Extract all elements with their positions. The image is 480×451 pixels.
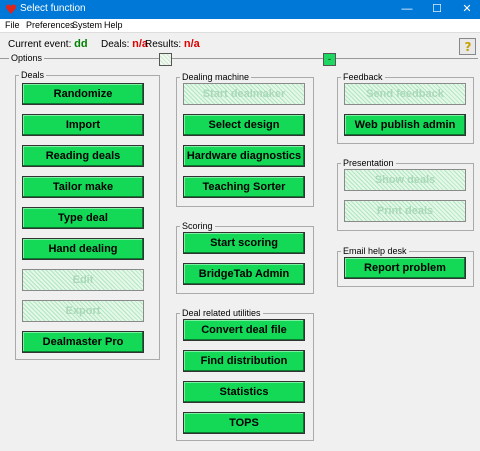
send-feedback-button[interactable]: Send feedback [344, 83, 466, 105]
deals-group-label: Deals [19, 70, 47, 80]
select-design-button[interactable]: Select design [183, 114, 305, 136]
results-status: Results: n/a [145, 38, 200, 50]
deals-status: Deals: n/a [101, 38, 148, 50]
close-icon[interactable]: ✕ [452, 0, 480, 19]
app-icon [6, 4, 16, 14]
deals-label: Deals: [101, 39, 130, 50]
question-icon: ? [464, 40, 471, 54]
web-publish-admin-button[interactable]: Web publish admin [344, 114, 466, 136]
current-event-status: Current event: dd [8, 38, 88, 50]
report-problem-button[interactable]: Report problem [344, 257, 466, 279]
dealmaster-pro-button[interactable]: Dealmaster Pro [22, 331, 144, 353]
dealing-machine-label: Dealing machine [180, 72, 252, 82]
email-help-desk-label: Email help desk [341, 246, 409, 256]
svg-text:?: ? [464, 40, 471, 53]
statistics-button[interactable]: Statistics [183, 381, 305, 403]
tailor-make-button[interactable]: Tailor make [22, 176, 144, 198]
current-event-value: dd [74, 38, 88, 50]
options-label: Options [9, 53, 45, 63]
collapse-left-button[interactable] [159, 53, 172, 66]
help-button[interactable]: ? [459, 38, 476, 55]
title-bar: Select function — ☐ ✕ [0, 0, 480, 19]
hardware-diagnostics-button[interactable]: Hardware diagnostics [183, 145, 305, 167]
start-scoring-button[interactable]: Start scoring [183, 232, 305, 254]
show-deals-button[interactable]: Show deals [344, 169, 466, 191]
results-label: Results: [145, 39, 182, 50]
export-button[interactable]: Export [22, 300, 144, 322]
menu-file[interactable]: File [5, 19, 20, 32]
menu-system[interactable]: System [72, 19, 102, 32]
window-title: Select function [20, 3, 86, 14]
edit-button[interactable]: Edit [22, 269, 144, 291]
menu-bar: File Preferences System Help [0, 19, 480, 33]
find-distribution-button[interactable]: Find distribution [183, 350, 305, 372]
results-value: n/a [183, 38, 200, 50]
collapse-options-button[interactable]: - [323, 53, 336, 66]
reading-deals-button[interactable]: Reading deals [22, 145, 144, 167]
hand-dealing-button[interactable]: Hand dealing [22, 238, 144, 260]
menu-help[interactable]: Help [104, 19, 123, 32]
type-deal-button[interactable]: Type deal [22, 207, 144, 229]
import-button[interactable]: Import [22, 114, 144, 136]
feedback-label: Feedback [341, 72, 385, 82]
presentation-label: Presentation [341, 158, 396, 168]
bridgetab-admin-button[interactable]: BridgeTab Admin [183, 263, 305, 285]
minimize-icon[interactable]: — [392, 0, 422, 19]
start-dealmaker-button[interactable]: Start dealmaker [183, 83, 305, 105]
tops-button[interactable]: TOPS [183, 412, 305, 434]
maximize-icon[interactable]: ☐ [422, 0, 452, 19]
print-deals-button[interactable]: Print deals [344, 200, 466, 222]
convert-deal-file-button[interactable]: Convert deal file [183, 319, 305, 341]
utilities-label: Deal related utilities [180, 308, 263, 318]
current-event-label: Current event: [8, 39, 72, 50]
teaching-sorter-button[interactable]: Teaching Sorter [183, 176, 305, 198]
menu-preferences[interactable]: Preferences [26, 19, 75, 32]
scoring-label: Scoring [180, 221, 215, 231]
randomize-button[interactable]: Randomize [22, 83, 144, 105]
options-divider [0, 58, 478, 59]
